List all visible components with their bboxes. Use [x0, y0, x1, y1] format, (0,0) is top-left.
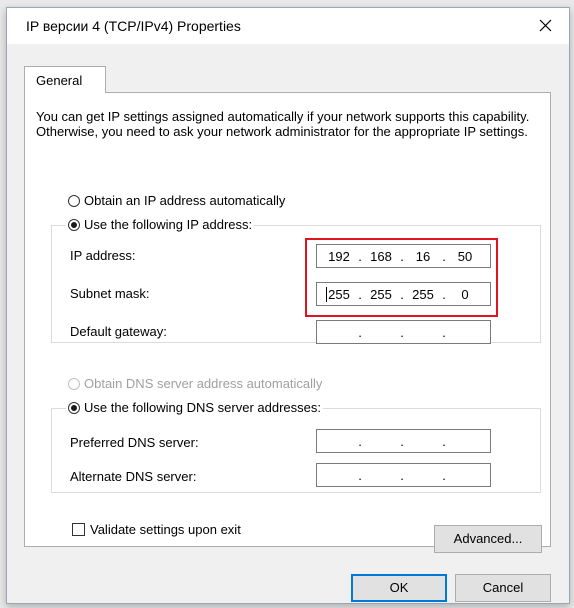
- octet-separator: .: [442, 287, 446, 302]
- validate-settings-label: Validate settings upon exit: [90, 522, 241, 537]
- octet-separator: .: [358, 325, 362, 340]
- alternate-dns-input[interactable]: . . .: [316, 463, 491, 487]
- ip-octet-3: 16: [415, 249, 431, 264]
- close-icon: [539, 19, 552, 32]
- mask-octet-1: 255: [328, 287, 350, 302]
- radio-disabled-icon: [68, 377, 80, 390]
- octet-separator: .: [358, 468, 362, 483]
- ip-address-input[interactable]: 192 . 168 . 16 . 50: [316, 244, 491, 268]
- checkbox-unchecked-icon: [72, 523, 85, 536]
- ip-address-label: IP address:: [70, 248, 136, 263]
- ok-button[interactable]: OK: [351, 574, 447, 602]
- alternate-dns-label: Alternate DNS server:: [70, 469, 197, 484]
- dialog-title: IP версии 4 (TCP/IPv4) Properties: [26, 18, 241, 34]
- default-gateway-input[interactable]: . . .: [316, 320, 491, 344]
- close-button[interactable]: [523, 8, 569, 44]
- octet-separator: .: [358, 287, 362, 302]
- radio-unchecked-icon: [68, 194, 80, 207]
- mask-octet-3: 255: [412, 287, 434, 302]
- advanced-button[interactable]: Advanced...: [434, 525, 542, 553]
- obtain-dns-auto-radio[interactable]: Obtain DNS server address automatically: [68, 376, 322, 391]
- octet-separator: .: [442, 249, 446, 264]
- obtain-ip-auto-radio[interactable]: Obtain an IP address automatically: [68, 193, 285, 208]
- octet-separator: .: [358, 434, 362, 449]
- use-following-dns-radio[interactable]: Use the following DNS server addresses:: [66, 400, 323, 415]
- octet-separator: .: [400, 468, 404, 483]
- mask-octet-2: 255: [370, 287, 392, 302]
- obtain-ip-auto-label: Obtain an IP address automatically: [84, 193, 286, 208]
- ip-octet-1: 192: [328, 249, 350, 264]
- preferred-dns-input[interactable]: . . .: [316, 429, 491, 453]
- radio-checked-icon: [68, 218, 80, 231]
- use-following-ip-radio[interactable]: Use the following IP address:: [66, 217, 255, 232]
- subnet-mask-label: Subnet mask:: [70, 286, 150, 301]
- radio-checked-icon: [68, 401, 80, 414]
- general-panel: You can get IP settings assigned automat…: [24, 92, 551, 553]
- tab-general[interactable]: General: [24, 66, 106, 93]
- mask-octet-4: 0: [461, 287, 469, 302]
- octet-separator: .: [442, 468, 446, 483]
- use-following-ip-label: Use the following IP address:: [84, 217, 253, 232]
- title-bar: IP версии 4 (TCP/IPv4) Properties: [7, 8, 569, 44]
- octet-separator: .: [442, 325, 446, 340]
- default-gateway-label: Default gateway:: [70, 324, 167, 339]
- subnet-mask-input[interactable]: 255 . 255 . 255 . 0: [316, 282, 491, 306]
- tab-general-label: General: [36, 73, 83, 88]
- octet-separator: .: [400, 434, 404, 449]
- obtain-dns-auto-label: Obtain DNS server address automatically: [84, 376, 323, 391]
- ip-octet-2: 168: [370, 249, 392, 264]
- ip-octet-4: 50: [457, 249, 473, 264]
- description-text: You can get IP settings assigned automat…: [36, 109, 530, 139]
- octet-separator: .: [400, 249, 404, 264]
- octet-separator: .: [400, 287, 404, 302]
- octet-separator: .: [400, 325, 404, 340]
- properties-dialog: IP версии 4 (TCP/IPv4) Properties Genera…: [6, 7, 570, 604]
- use-following-dns-label: Use the following DNS server addresses:: [84, 400, 321, 415]
- octet-separator: .: [442, 434, 446, 449]
- validate-settings-checkbox[interactable]: Validate settings upon exit: [72, 522, 241, 537]
- octet-separator: .: [358, 249, 362, 264]
- cancel-button[interactable]: Cancel: [455, 574, 551, 602]
- preferred-dns-label: Preferred DNS server:: [70, 435, 199, 450]
